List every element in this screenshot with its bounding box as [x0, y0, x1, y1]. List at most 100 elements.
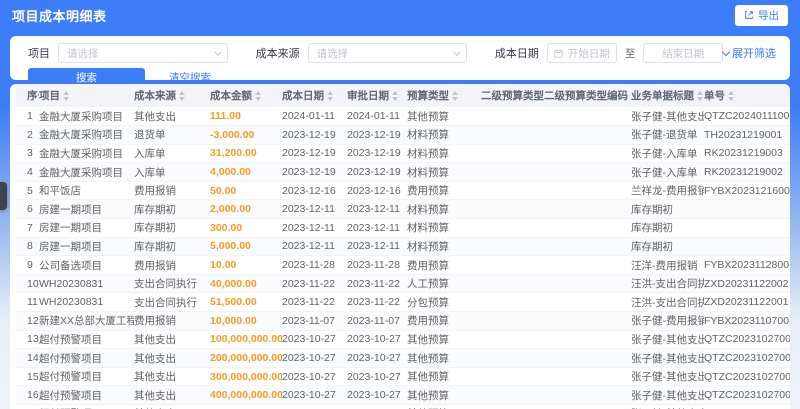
project-filter-label: 项目 [28, 48, 50, 60]
column-header[interactable]: 预算类型 [407, 84, 481, 107]
table-cell: 张子健-退货单 [631, 129, 698, 142]
table-cell [544, 293, 631, 312]
sort-icon[interactable] [327, 91, 333, 101]
table-cell: 10,000.00 [210, 314, 257, 327]
table-cell [544, 107, 631, 126]
table-cell: 超付预警项目 [39, 389, 102, 402]
sort-icon[interactable] [697, 91, 703, 101]
table-cell [544, 330, 631, 349]
column-label: 项目 [39, 90, 60, 102]
source-select[interactable]: 请选择 [307, 43, 467, 63]
sort-icon[interactable] [392, 91, 398, 101]
table-cell: 12 [27, 314, 39, 327]
table-row: 6 房建一期项目 库存期初 2,000.00 2023-12-11 2023-12-11 材… [16, 199, 790, 219]
expand-filters-link[interactable]: 展开筛选 [721, 45, 776, 61]
table-cell: 房建一期项目 [39, 203, 102, 216]
table-cell: FYBX20231107001 [704, 314, 790, 327]
table-cell: 51,500.00 [210, 296, 257, 309]
table-cell: 其他支出 [134, 389, 176, 402]
table-cell [481, 293, 544, 312]
table-cell: 库存期初 [134, 240, 176, 253]
table-cell [481, 312, 544, 331]
table-cell: 其他预算 [407, 110, 449, 123]
date-end-input[interactable]: 结束日期 [643, 43, 723, 63]
table-cell [544, 312, 631, 331]
table-row: 11 WH20230831 支出合同执行 51,500.00 2023-11-22 202… [16, 293, 790, 312]
table-cell: 库存期初 [631, 240, 673, 253]
column-header[interactable]: 二级预算类型编码 [544, 84, 631, 107]
column-header[interactable]: 成本日期 [282, 84, 347, 107]
table-cell: 2023-10-27 [347, 370, 401, 383]
chevron-down-icon [453, 48, 461, 56]
column-label: 预算类型 [407, 90, 449, 102]
table-cell: 11 [27, 296, 38, 309]
export-button[interactable]: 导出 [735, 4, 788, 26]
table-cell: 2023-12-19 [282, 128, 336, 141]
table-cell: 100,000,000.00 [210, 333, 282, 346]
table-cell: 超付预警项目 [39, 405, 134, 409]
table-cell: 200,000,000.00 [210, 352, 282, 365]
table-cell: 2023-11-07 [282, 314, 335, 327]
column-label: 成本来源 [134, 90, 176, 102]
table-cell: 2,000.00 [210, 203, 251, 216]
date-start-input[interactable]: 开始日期 [546, 43, 617, 63]
table-cell: 张子健-费用报销 [631, 315, 704, 328]
table-cell [481, 256, 544, 275]
sort-icon[interactable] [728, 91, 734, 101]
table-cell [544, 126, 631, 145]
table-row: 10 WH20230831 支出合同执行 40,000.00 2023-11-22 202… [16, 274, 790, 293]
table-cell [544, 181, 631, 200]
table-cell: 8 [27, 240, 33, 253]
table-cell [481, 274, 544, 293]
table-cell [481, 181, 544, 200]
clear-search-link[interactable]: 清空搜索 [169, 70, 211, 85]
table-cell: ZXD20231122001 [704, 296, 789, 309]
table-cell: 费用预算 [407, 185, 449, 198]
table-cell [481, 200, 544, 219]
table-cell: 费用报销 [134, 185, 176, 198]
table-cell: 材料预算 [407, 222, 449, 235]
column-label: 序号 [27, 90, 39, 102]
table-cell: 2023-11-22 [347, 296, 400, 309]
sort-icon[interactable] [179, 91, 185, 101]
column-header[interactable]: 二级预算类型 [481, 84, 544, 107]
table-cell [481, 330, 544, 349]
table-cell: QTZC20231027002 [704, 405, 790, 409]
column-header[interactable]: 单号 [704, 84, 790, 107]
sort-icon[interactable] [452, 91, 458, 101]
sort-icon[interactable] [63, 91, 69, 101]
table-cell: 4,000.00 [210, 166, 251, 179]
table-cell: 31,200.00 [210, 147, 257, 160]
project-select[interactable]: 请选择 [58, 43, 228, 63]
table-cell: 房建一期项目 [39, 222, 102, 235]
column-header[interactable]: 成本金额 [210, 84, 282, 107]
sort-icon[interactable] [255, 91, 261, 101]
table-row: 9 公司备选项目 费用报销 10.00 2023-11-28 2023-11-28 费用预算… [16, 256, 790, 275]
table-cell: 公司备选项目 [39, 259, 102, 272]
table-cell: 和平饭店 [39, 185, 81, 198]
table-cell: 费用预算 [407, 259, 449, 272]
table-cell: 退货单 [134, 129, 166, 142]
side-widget-handle[interactable] [0, 182, 7, 210]
table-cell: 汪洪-支出合同执行 [631, 278, 704, 291]
export-icon [744, 10, 754, 20]
table-cell: 材料预算 [407, 240, 449, 253]
column-header[interactable]: 业务单据标题 [631, 84, 704, 107]
table-cell: 2023-12-19 [347, 166, 401, 179]
table-cell [544, 219, 631, 238]
chevron-down-icon [721, 47, 731, 56]
table-cell: 2023-10-27 [282, 405, 347, 409]
table-cell: 13 [27, 333, 39, 346]
table-cell [481, 144, 544, 163]
table-cell: 2023-12-11 [282, 203, 335, 216]
table-cell: 2023-11-07 [347, 314, 400, 327]
column-header[interactable]: 成本来源 [134, 84, 210, 107]
table-cell: 超付预警项目 [39, 333, 102, 346]
table-cell: 其他支出 [134, 333, 176, 346]
table-cell: 费用预算 [407, 315, 449, 328]
column-header[interactable]: 项目 [39, 84, 134, 107]
column-header[interactable]: 审批日期 [347, 84, 407, 107]
table-cell: 张子健-其他支出 [631, 110, 704, 123]
table-cell: 张子健-入库单 [631, 166, 698, 179]
table-cell [544, 237, 631, 256]
